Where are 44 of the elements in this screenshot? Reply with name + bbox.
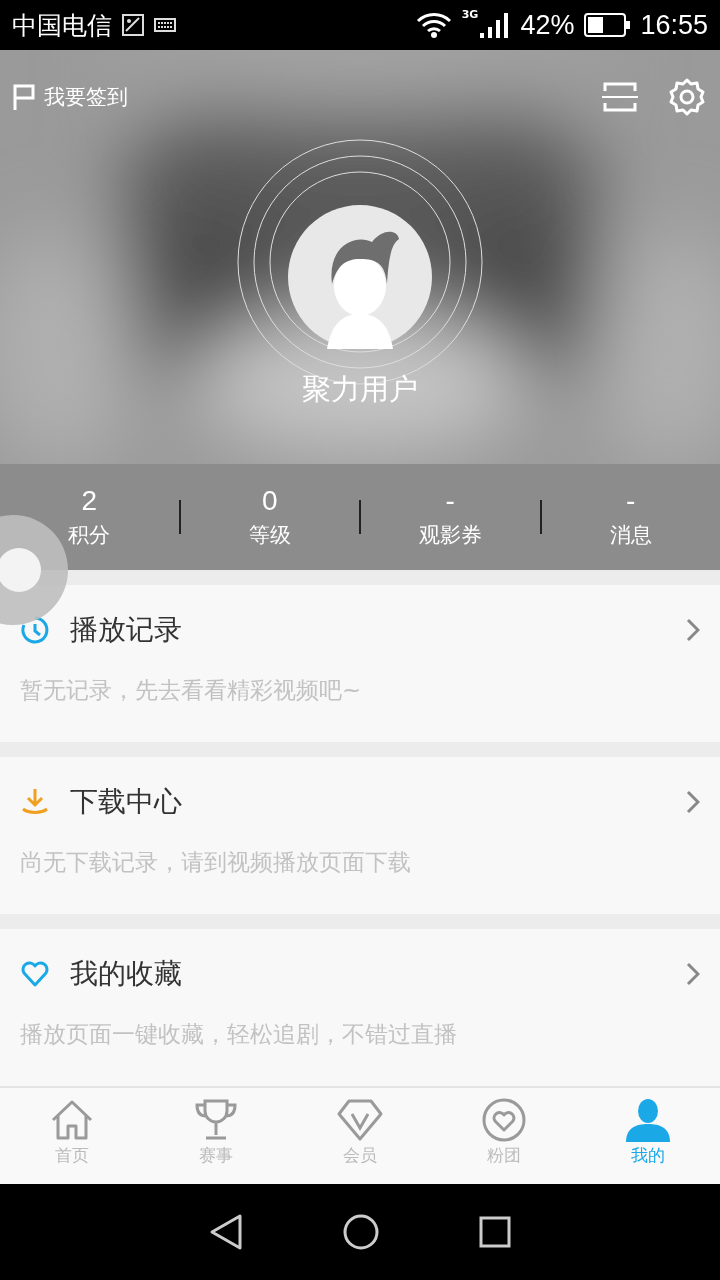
tab-item[interactable]: 会员 <box>288 1088 432 1184</box>
recents-icon[interactable] <box>479 1216 511 1248</box>
settings-icon[interactable] <box>668 78 706 116</box>
network-type: 3G <box>461 8 479 21</box>
tab-item[interactable]: 赛事 <box>144 1088 288 1184</box>
username: 聚力用户 <box>302 371 418 408</box>
back-icon[interactable] <box>209 1213 243 1251</box>
stat-value[interactable]: 0 <box>261 485 278 517</box>
stat-label[interactable]: 消息 <box>609 521 652 549</box>
home-icon <box>49 1098 95 1142</box>
section-title: 我的收藏 <box>70 956 183 992</box>
section-title: 下载中心 <box>70 784 183 820</box>
wifi-icon <box>415 12 452 38</box>
diamond-icon <box>337 1098 383 1142</box>
heart-icon <box>20 959 50 989</box>
trophy-icon <box>193 1098 239 1142</box>
clock-icon <box>20 615 50 645</box>
tab-item[interactable]: 我的 <box>576 1088 720 1184</box>
battery-icon <box>584 13 631 37</box>
image-icon <box>122 14 144 36</box>
carrier-name: 中国电信 <box>12 9 112 42</box>
signal-icon <box>480 12 511 38</box>
stat-value[interactable]: 2 <box>81 485 98 517</box>
download-icon <box>20 787 50 817</box>
stat-value[interactable]: - <box>445 485 455 517</box>
scan-icon[interactable] <box>602 81 638 113</box>
home-button-icon[interactable] <box>343 1214 379 1250</box>
stat-value[interactable]: - <box>626 485 636 517</box>
clock-time: 16:55 <box>640 9 708 41</box>
chevron-icon <box>686 962 700 986</box>
stat-label[interactable]: 观影券 <box>418 521 482 549</box>
stat-label[interactable]: 积分 <box>68 521 111 549</box>
section-title: 播放记录 <box>70 612 183 648</box>
tab-item[interactable]: 粉团 <box>432 1088 576 1184</box>
stat-label[interactable]: 等级 <box>248 521 291 549</box>
chevron-icon <box>686 790 700 814</box>
tab-item[interactable]: 首页 <box>0 1088 144 1184</box>
chevron-icon <box>686 618 700 642</box>
battery-percent: 42% <box>520 9 575 41</box>
person-icon <box>625 1098 671 1142</box>
avatar[interactable] <box>287 204 433 350</box>
keyboard-icon <box>154 18 176 32</box>
flag-icon[interactable] <box>12 84 36 110</box>
checkin-link[interactable]: 我要签到 <box>44 83 128 111</box>
